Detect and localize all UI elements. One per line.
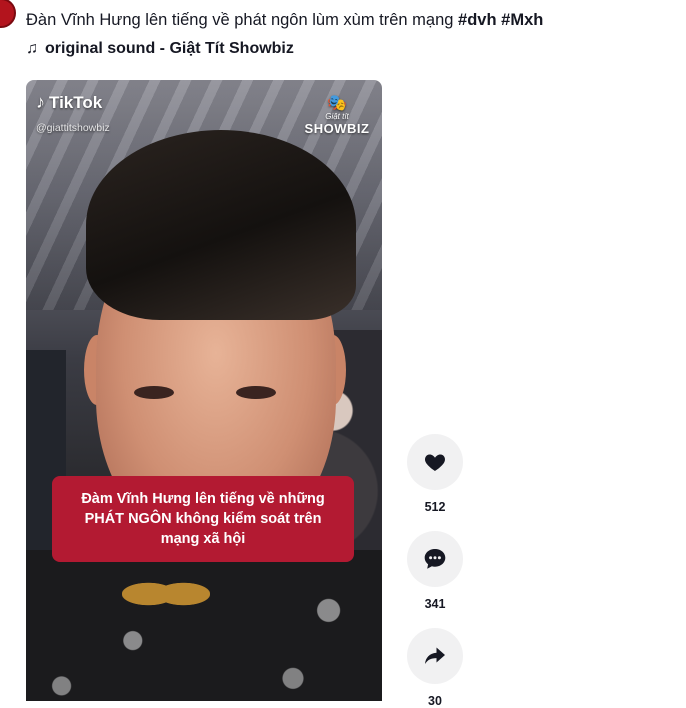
share-count: 30 bbox=[428, 694, 442, 708]
comment-count: 341 bbox=[424, 597, 446, 611]
music-link[interactable]: ♫ original sound - Giật Tít Showbiz bbox=[26, 40, 294, 58]
like-button[interactable] bbox=[407, 434, 463, 490]
tiktok-logo-icon: ♪ bbox=[36, 92, 45, 112]
headline-banner: Đàm Vĩnh Hưng lên tiếng về những PHÁT NG… bbox=[52, 476, 354, 562]
tiktok-label: TikTok bbox=[49, 92, 103, 112]
hair bbox=[86, 130, 356, 320]
comment-icon bbox=[424, 549, 446, 569]
share-action: 30 bbox=[404, 628, 466, 708]
like-count: 512 bbox=[424, 500, 446, 514]
comment-button[interactable] bbox=[407, 531, 463, 587]
share-button[interactable] bbox=[407, 628, 463, 684]
video-player[interactable]: ♪ TikTok @giattitshowbiz 🎭 Giật tít SHOW… bbox=[26, 80, 382, 701]
author-avatar[interactable] bbox=[0, 0, 16, 28]
tiktok-watermark: ♪ TikTok bbox=[36, 92, 102, 113]
music-note-icon: ♫ bbox=[26, 40, 38, 57]
post-caption: Đàn Vĩnh Hưng lên tiếng về phát ngôn lùm… bbox=[26, 9, 666, 31]
hashtag-mxh[interactable]: #Mxh bbox=[501, 11, 543, 29]
heart-icon bbox=[424, 454, 446, 471]
brand-name: SHOWBIZ bbox=[304, 121, 370, 136]
butterfly-bowtie bbox=[122, 568, 210, 620]
comment-action: 341 bbox=[404, 531, 466, 611]
eye-right bbox=[236, 386, 276, 399]
theater-mask-icon: 🎭 bbox=[327, 95, 347, 112]
music-label: original sound - Giật Tít Showbiz bbox=[45, 40, 294, 57]
caption-text: Đàn Vĩnh Hưng lên tiếng về phát ngôn lùm… bbox=[26, 11, 459, 29]
watermark-handle: @giattitshowbiz bbox=[36, 122, 110, 134]
hashtag-dvh[interactable]: #dvh bbox=[458, 11, 497, 29]
showbiz-logo: 🎭 Giật tít SHOWBIZ bbox=[302, 96, 372, 136]
like-action: 512 bbox=[404, 434, 466, 514]
share-icon bbox=[425, 647, 445, 664]
eye-left bbox=[134, 386, 174, 399]
